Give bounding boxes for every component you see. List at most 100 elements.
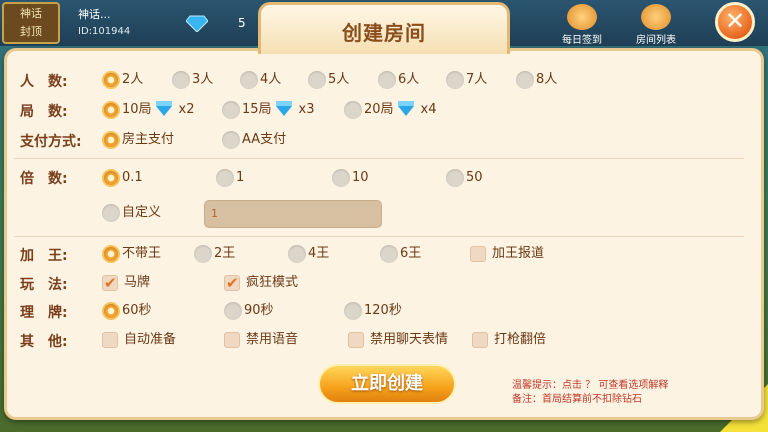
kings-option-6[interactable]: 6王 [380,244,421,264]
room-list-button[interactable]: 房间列表 [626,4,686,46]
option-label: 1 [236,170,245,185]
multiplier-option-10[interactable]: 10 [332,168,369,188]
multiplier-option-0-1[interactable]: 0.1 [102,168,143,188]
other-auto-ready-checkbox[interactable]: 自动准备 [102,330,176,350]
radio-icon [446,168,464,187]
multiplier-option-50[interactable]: 50 [446,168,483,188]
radio-icon [102,203,120,222]
option-label: 5人 [328,72,350,87]
player-name: 神话... [78,8,111,21]
players-option-4[interactable]: 4人 [240,70,281,90]
radio-icon [378,70,396,89]
radio-icon [288,244,306,263]
players-option-5[interactable]: 5人 [308,70,349,90]
payment-option-aa[interactable]: AA支付 [222,130,286,150]
option-label: 自定义 [122,205,162,220]
radio-icon [194,244,212,263]
option-label: 不带王 [122,246,162,261]
checkbox-icon [348,331,364,348]
rounds-label: 局 数: [20,104,68,120]
radio-icon [344,301,362,320]
kings-option-none[interactable]: 不带王 [102,244,161,264]
option-label: 6王 [400,246,422,261]
create-room-button[interactable]: 立即创建 [318,364,456,404]
checkin-icon [567,4,597,30]
rounds-option-20[interactable]: 20局 x4 [344,100,437,120]
players-option-8[interactable]: 8人 [516,70,557,90]
other-double-shot-checkbox[interactable]: 打枪翻倍 [472,330,546,350]
rounds-option-15[interactable]: 15局 x3 [222,100,315,120]
kings-option-4[interactable]: 4王 [288,244,329,264]
note-text: 备注：首局结算前不扣除钻石 [512,394,642,405]
player-id: ID:101944 [78,26,131,37]
diamond-icon [397,100,414,116]
checkbox-icon [102,331,118,348]
arrange-option-120[interactable]: 120秒 [344,301,402,321]
radio-icon [216,168,234,187]
play-crazy-mode-checkbox[interactable]: 疯狂模式 [224,273,298,293]
multiplier-label: 倍 数: [20,171,68,187]
option-label: 疯狂模式 [246,275,299,290]
option-label: 禁用聊天表情 [370,332,449,347]
badge-line-2: 封顶 [20,25,42,38]
room-list-icon [641,4,671,30]
option-label: 打枪翻倍 [494,332,547,347]
checkbox-icon [470,245,486,262]
divider [14,236,744,237]
kings-report-checkbox[interactable]: 加王报道 [470,244,544,264]
checkbox-icon [102,273,118,293]
daily-checkin-button[interactable]: 每日签到 [552,4,612,46]
option-cost: x2 [178,102,195,117]
rounds-option-10[interactable]: 10局 x2 [102,100,195,120]
arrange-option-60[interactable]: 60秒 [102,301,152,321]
radio-icon [102,168,120,187]
dialog-title: 创建房间 [342,21,426,45]
players-label: 人 数: [20,74,68,90]
option-label: 马牌 [124,275,151,290]
radio-icon [102,70,120,89]
payment-option-owner[interactable]: 房主支付 [102,130,174,150]
custom-multiplier-input[interactable]: 1 [204,200,382,228]
players-option-7[interactable]: 7人 [446,70,487,90]
option-label: 加王报道 [492,246,545,261]
option-label: 房主支付 [122,132,175,147]
option-label: AA支付 [242,132,287,147]
option-label: 2人 [122,72,144,87]
option-label: 60秒 [122,303,152,318]
other-disable-emoji-checkbox[interactable]: 禁用聊天表情 [348,330,448,350]
kings-option-2[interactable]: 2王 [194,244,235,264]
play-horse-card-checkbox[interactable]: 马牌 [102,273,150,293]
option-label: 7人 [466,72,488,87]
multiplier-option-1[interactable]: 1 [216,168,244,188]
radio-icon [172,70,190,89]
players-option-3[interactable]: 3人 [172,70,213,90]
option-label: 10局 [122,102,152,117]
radio-icon [222,130,240,149]
radio-icon [222,100,240,119]
option-label: 50 [466,170,483,185]
option-label: 4人 [260,72,282,87]
players-option-2[interactable]: 2人 [102,70,143,90]
option-label: 6人 [398,72,420,87]
arrange-option-90[interactable]: 90秒 [224,301,274,321]
radio-icon [516,70,534,89]
radio-icon [332,168,350,187]
option-label: 15局 [242,102,272,117]
radio-icon [102,100,120,119]
option-cost: x4 [420,102,437,117]
room-list-label: 房间列表 [636,35,676,46]
option-label: 禁用语音 [246,332,299,347]
daily-checkin-label: 每日签到 [562,35,602,46]
diamond-count: 5 [238,16,246,30]
multiplier-option-custom[interactable]: 自定义 [102,203,161,223]
option-cost: x3 [298,102,315,117]
players-option-6[interactable]: 6人 [378,70,419,90]
close-button[interactable]: ✕ [715,2,755,42]
diamond-icon [186,15,208,32]
diamond-icon [155,100,172,116]
player-rank-badge[interactable]: 神话 封顶 [2,2,60,44]
payment-label: 支付方式: [20,134,82,150]
kings-label: 加 王: [20,248,68,264]
other-disable-voice-checkbox[interactable]: 禁用语音 [224,330,298,350]
option-label: 10 [352,170,369,185]
